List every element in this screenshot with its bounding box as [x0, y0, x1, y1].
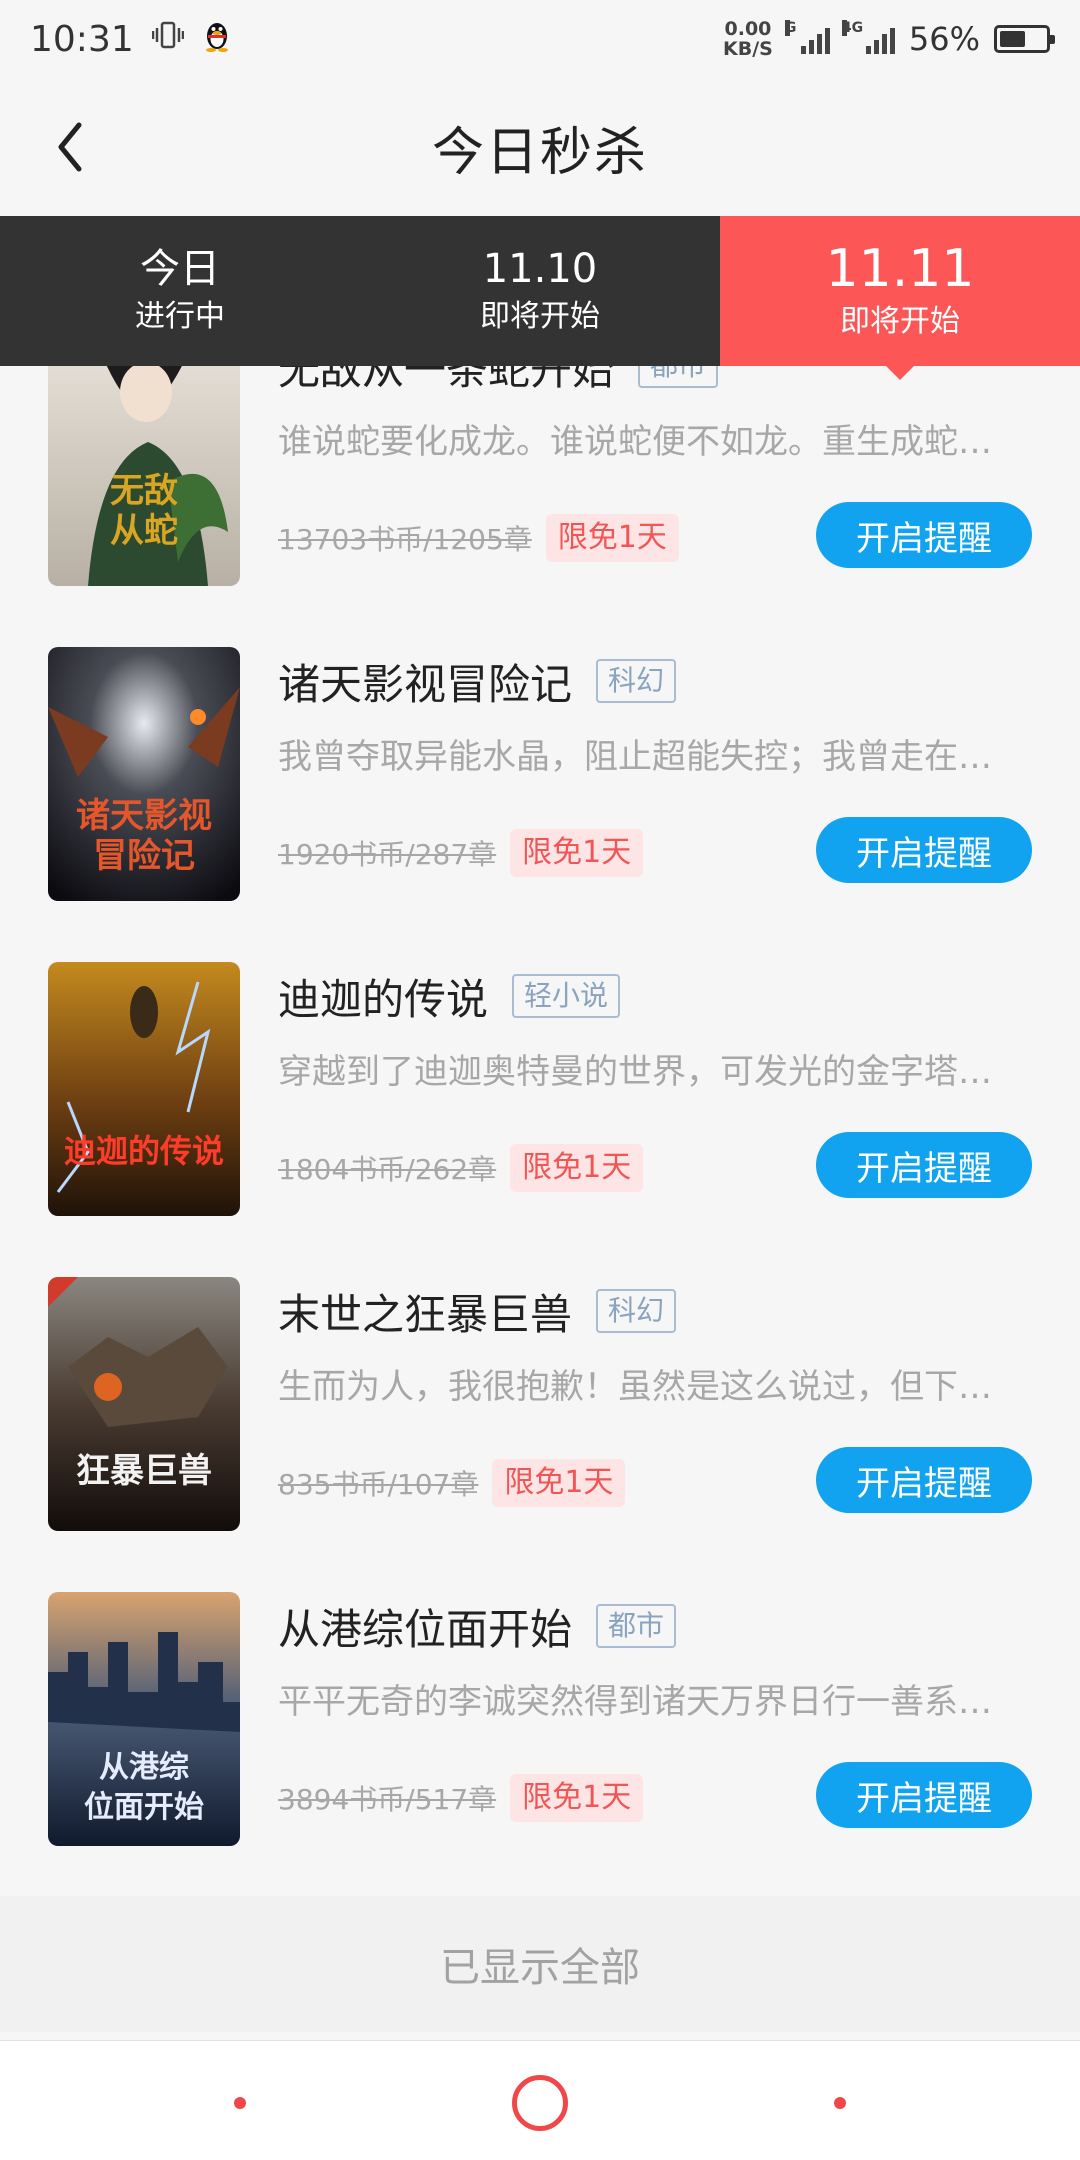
set-reminder-button[interactable]: 开启提醒 — [816, 1447, 1032, 1513]
header: 今日秒杀 — [0, 78, 1080, 216]
status-time: 10:31 — [30, 18, 134, 60]
book-list[interactable]: 无敌 从蛇 无敌从一条蛇开始 都市 谁说蛇要化成龙。谁说蛇便不如龙。重生成蛇… … — [0, 366, 1080, 1896]
cover-title-text: 迪迦的传说 — [64, 1132, 224, 1170]
set-reminder-button[interactable]: 开启提醒 — [816, 502, 1032, 568]
battery-percent: 56% — [908, 20, 980, 58]
price-row: 3894书币/517章 限免1天 — [278, 1774, 644, 1822]
net-speed-unit: KB/S — [723, 38, 773, 60]
book-title-row: 末世之狂暴巨兽 科幻 — [278, 1281, 677, 1342]
cover-title-text: 无敌 — [110, 471, 178, 511]
original-price: 3894书币/517章 — [278, 1783, 497, 1816]
original-price: 835书币/107章 — [278, 1468, 479, 1501]
price-row: 835书币/107章 限免1天 — [278, 1459, 626, 1507]
net-speed: 0.00 KB/S — [723, 19, 773, 59]
free-badge: 限免1天 — [510, 1144, 644, 1192]
list-item[interactable]: 从港综 位面开始 从港综位面开始 都市 平平无奇的李诚突然得到诸天万界日行一善系… — [0, 1592, 1080, 1896]
set-reminder-button[interactable]: 开启提醒 — [816, 1132, 1032, 1198]
cover-title-text: 从港综 — [99, 1750, 189, 1785]
net-speed-value: 0.00 — [724, 18, 772, 40]
back-button[interactable] — [40, 112, 100, 182]
genre-tag: 科幻 — [596, 1289, 677, 1333]
book-title-row: 迪迦的传说 轻小说 — [278, 966, 621, 1027]
tab-today-label: 今日 — [140, 246, 220, 292]
battery-icon — [994, 25, 1055, 53]
system-nav-bar — [0, 2040, 1080, 2160]
book-title[interactable]: 无敌从一条蛇开始 — [278, 366, 614, 397]
genre-tag: 科幻 — [596, 659, 677, 703]
cover-title-text-2: 位面开始 — [84, 1790, 204, 1825]
book-description: 穿越到了迪迦奥特曼的世界，可发光的金字塔… — [278, 1052, 992, 1092]
book-cover[interactable]: 无敌 从蛇 — [48, 366, 240, 586]
set-reminder-button[interactable]: 开启提醒 — [816, 1762, 1032, 1828]
book-cover[interactable]: 迪迦的传说 — [48, 962, 240, 1216]
free-badge: 限免1天 — [510, 829, 644, 877]
book-description: 平平无奇的李诚突然得到诸天万界日行一善系… — [278, 1682, 992, 1722]
genre-tag: 轻小说 — [512, 974, 621, 1018]
status-bar: 10:31 0.00 KB/S G 4G 56% — [0, 0, 1080, 78]
book-title-row: 诸天影视冒险记 科幻 — [278, 651, 677, 712]
original-price: 1920书币/287章 — [278, 838, 497, 871]
vibrate-icon — [151, 19, 184, 60]
book-title[interactable]: 末世之狂暴巨兽 — [278, 1281, 572, 1342]
free-badge: 限免1天 — [492, 1459, 626, 1507]
date-tabs: 今日 进行中 11.10 即将开始 11.11 即将开始 — [0, 216, 1080, 380]
free-badge: 限免1天 — [510, 1774, 644, 1822]
book-title[interactable]: 迪迦的传说 — [278, 966, 488, 1027]
battery-fill — [1000, 31, 1025, 47]
page-title: 今日秒杀 — [431, 122, 648, 183]
tab-11-10-status: 即将开始 — [480, 299, 600, 334]
chevron-left-icon — [58, 122, 82, 172]
signal2-label: 4G — [841, 20, 864, 36]
list-end-message: 已显示全部 — [0, 1896, 1080, 2032]
tab-11-10[interactable]: 11.10 即将开始 — [360, 216, 720, 366]
list-item[interactable]: 无敌 从蛇 无敌从一条蛇开始 都市 谁说蛇要化成龙。谁说蛇便不如龙。重生成蛇… … — [0, 366, 1080, 647]
genre-tag: 都市 — [638, 366, 719, 388]
tab-11-11-label: 11.11 — [825, 239, 975, 299]
book-description: 我曾夺取异能水晶，阻止超能失控；我曾走在… — [278, 737, 992, 777]
cover-title-text: 诸天影视 — [76, 796, 212, 836]
tab-11-10-label: 11.10 — [482, 246, 598, 292]
book-title-row: 无敌从一条蛇开始 都市 — [278, 366, 719, 397]
original-price: 1804书币/262章 — [278, 1153, 497, 1186]
set-reminder-button[interactable]: 开启提醒 — [816, 817, 1032, 883]
tab-11-11-status: 即将开始 — [840, 304, 960, 339]
nav-recents-dot-icon[interactable] — [834, 2097, 846, 2109]
list-item[interactable]: 迪迦的传说 迪迦的传说 轻小说 穿越到了迪迦奥特曼的世界，可发光的金字塔… 18… — [0, 962, 1080, 1277]
list-item[interactable]: 狂暴巨兽 末世之狂暴巨兽 科幻 生而为人，我很抱歉！虽然是这么说过，但下… 83… — [0, 1277, 1080, 1592]
book-description: 谁说蛇要化成龙。谁说蛇便不如龙。重生成蛇… — [278, 422, 992, 462]
signal1-label: G — [784, 20, 797, 36]
home-circle-icon[interactable] — [512, 2075, 568, 2131]
book-title-row: 从港综位面开始 都市 — [278, 1596, 677, 1657]
price-row: 1920书币/287章 限免1天 — [278, 829, 644, 877]
genre-tag: 都市 — [596, 1604, 677, 1648]
list-item[interactable]: 诸天影视 冒险记 诸天影视冒险记 科幻 我曾夺取异能水晶，阻止超能失控；我曾走在… — [0, 647, 1080, 962]
cover-title-text: 狂暴巨兽 — [76, 1451, 212, 1491]
book-description: 生而为人，我很抱歉！虽然是这么说过，但下… — [278, 1367, 992, 1407]
book-cover[interactable]: 诸天影视 冒险记 — [48, 647, 240, 901]
nav-back-dot-icon[interactable] — [234, 2097, 246, 2109]
book-title[interactable]: 从港综位面开始 — [278, 1596, 572, 1657]
book-title[interactable]: 诸天影视冒险记 — [278, 651, 572, 712]
signal-icon-1: G — [784, 20, 830, 54]
original-price: 13703书币/1205章 — [278, 523, 532, 556]
tab-today-status: 进行中 — [135, 299, 225, 334]
cover-title-text-2: 冒险记 — [93, 836, 195, 876]
qq-penguin-icon — [202, 18, 232, 61]
book-cover[interactable]: 从港综 位面开始 — [48, 1592, 240, 1846]
tab-today[interactable]: 今日 进行中 — [0, 216, 360, 366]
book-cover[interactable]: 狂暴巨兽 — [48, 1277, 240, 1531]
price-row: 13703书币/1205章 限免1天 — [278, 514, 679, 562]
free-badge: 限免1天 — [545, 514, 679, 562]
signal-icon-2: 4G — [841, 20, 895, 54]
tab-11-11[interactable]: 11.11 即将开始 — [720, 216, 1080, 380]
cover-title-text-2: 从蛇 — [110, 511, 178, 551]
price-row: 1804书币/262章 限免1天 — [278, 1144, 644, 1192]
